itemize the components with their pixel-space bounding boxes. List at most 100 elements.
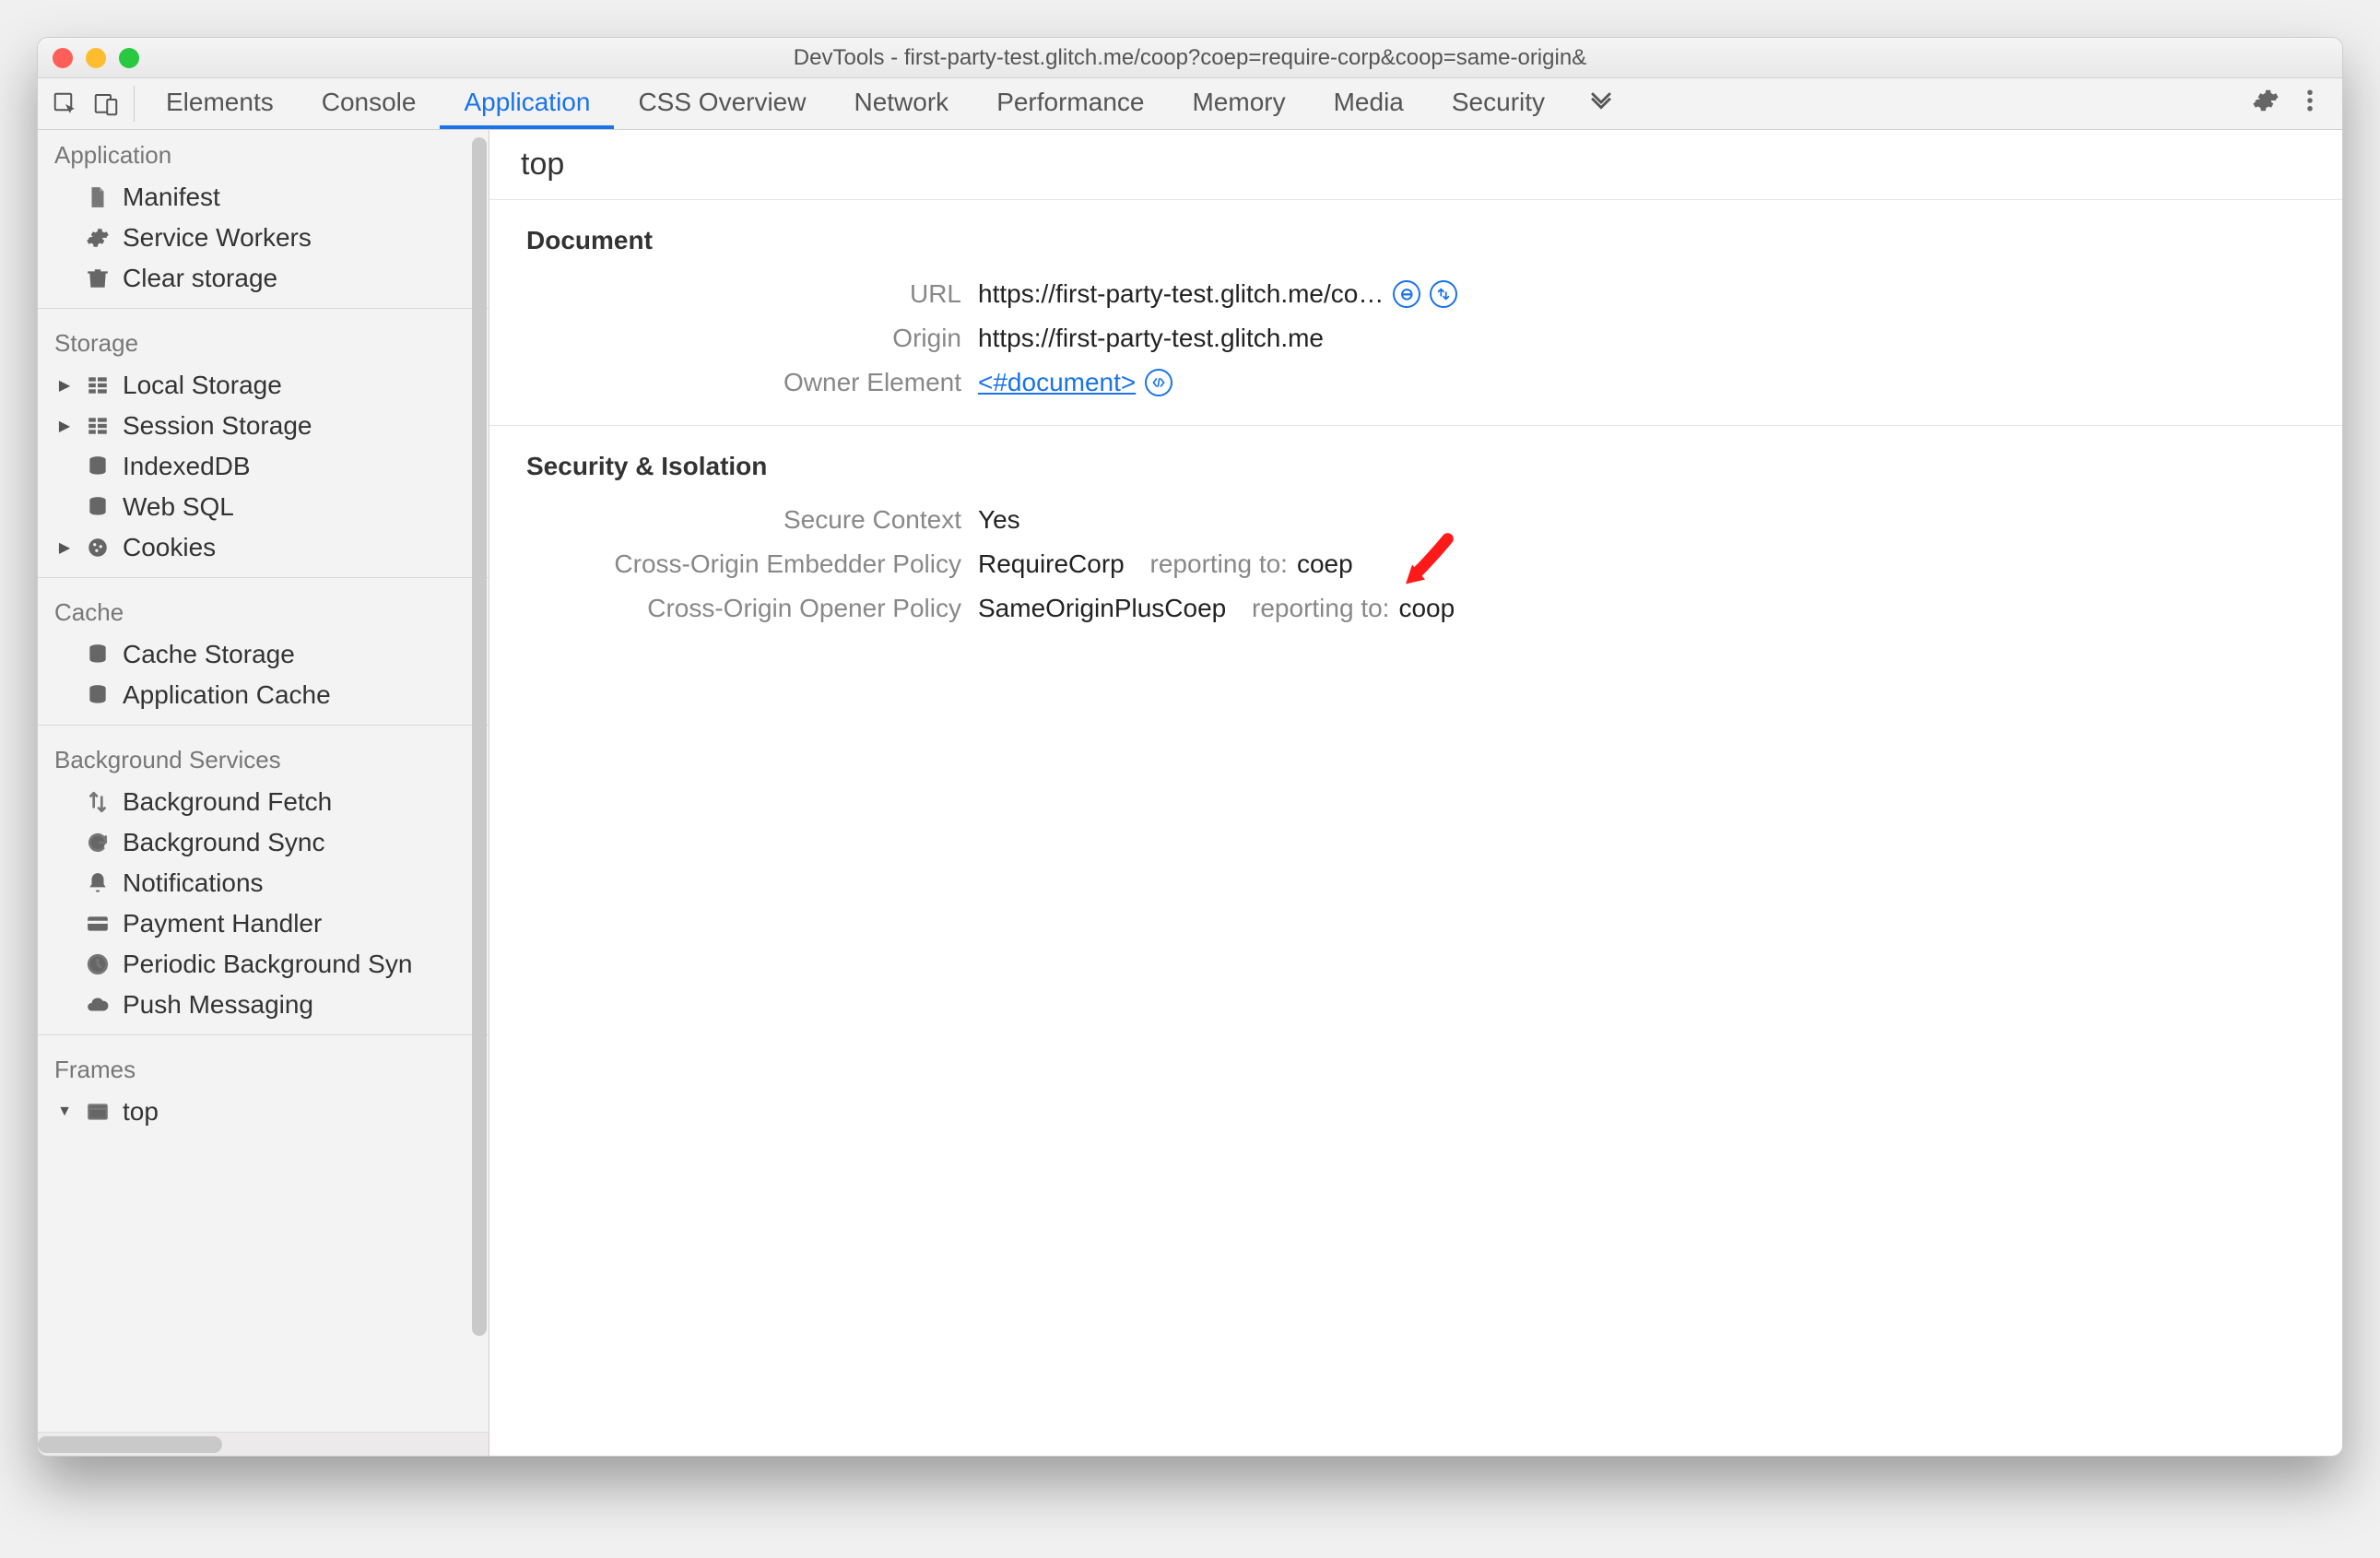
url-label: URL bbox=[526, 279, 978, 309]
cloud-icon bbox=[84, 991, 112, 1019]
settings-icon[interactable] bbox=[2252, 87, 2280, 121]
devtools-tabstrip: ElementsConsoleApplicationCSS OverviewNe… bbox=[38, 78, 2342, 130]
sidebar-item-application-cache[interactable]: Application Cache bbox=[38, 675, 489, 715]
sidebar-item-payment-handler[interactable]: Payment Handler bbox=[38, 903, 489, 944]
sidebar-item-session-storage[interactable]: ▶Session Storage bbox=[38, 406, 489, 446]
owner-element-label: Owner Element bbox=[526, 368, 978, 397]
secure-context-value: Yes bbox=[978, 505, 1020, 535]
db-icon bbox=[84, 453, 112, 480]
owner-element-link[interactable]: <#document> bbox=[978, 368, 1136, 397]
inspect-element-icon[interactable] bbox=[49, 88, 82, 121]
trash-icon bbox=[84, 265, 112, 292]
card-icon bbox=[84, 910, 112, 938]
sidebar-item-label: top bbox=[123, 1097, 159, 1127]
tab-performance[interactable]: Performance bbox=[972, 78, 1168, 129]
more-tabs-button[interactable] bbox=[1569, 78, 1633, 129]
tab-elements[interactable]: Elements bbox=[142, 78, 298, 129]
sidebar-item-label: Application Cache bbox=[123, 680, 331, 710]
sidebar-group-storage: Storage bbox=[38, 318, 489, 365]
tab-security[interactable]: Security bbox=[1428, 78, 1569, 129]
sidebar-group-background-services: Background Services bbox=[38, 735, 489, 782]
sidebar-item-clear-storage[interactable]: Clear storage bbox=[38, 258, 489, 299]
window-titlebar: DevTools - first-party-test.glitch.me/co… bbox=[38, 38, 2342, 78]
coep-value: RequireCorp bbox=[978, 549, 1125, 579]
sidebar-item-label: Clear storage bbox=[123, 264, 277, 293]
window-title: DevTools - first-party-test.glitch.me/co… bbox=[38, 45, 2342, 71]
reveal-in-network-icon[interactable] bbox=[1430, 280, 1457, 308]
db-icon bbox=[84, 493, 112, 521]
sidebar-item-cookies[interactable]: ▶ Cookies bbox=[38, 527, 489, 568]
chevron-right-icon: ▶ bbox=[56, 538, 73, 557]
grid-icon bbox=[84, 412, 112, 440]
sidebar-item-periodic-background-syn[interactable]: Periodic Background Syn bbox=[38, 944, 489, 985]
zoom-window-button[interactable] bbox=[119, 48, 139, 68]
frame-icon bbox=[84, 1098, 112, 1126]
grid-icon bbox=[84, 372, 112, 399]
frame-title: top bbox=[489, 130, 2342, 200]
sidebar-item-service-workers[interactable]: Service Workers bbox=[38, 218, 489, 258]
tab-memory[interactable]: Memory bbox=[1168, 78, 1309, 129]
sidebar-item-indexeddb[interactable]: IndexedDB bbox=[38, 446, 489, 487]
sidebar-scrollbar-thumb[interactable] bbox=[38, 1436, 222, 1453]
devtools-window: DevTools - first-party-test.glitch.me/co… bbox=[37, 37, 2343, 1457]
sidebar-item-label: Cookies bbox=[123, 533, 216, 562]
sidebar-item-cache-storage[interactable]: Cache Storage bbox=[38, 634, 489, 675]
minimize-window-button[interactable] bbox=[86, 48, 106, 68]
tab-application[interactable]: Application bbox=[440, 78, 614, 129]
divider bbox=[134, 86, 135, 122]
chevron-right-icon: ▶ bbox=[56, 417, 73, 435]
sidebar-item-label: Cache Storage bbox=[123, 640, 295, 669]
sync-icon bbox=[84, 829, 112, 856]
chevron-right-icon: ▶ bbox=[56, 376, 73, 395]
sidebar-item-label: Manifest bbox=[123, 183, 220, 212]
tab-console[interactable]: Console bbox=[298, 78, 441, 129]
application-sidebar: Application Manifest Service Workers Clear … bbox=[38, 130, 489, 1456]
document-section-heading: Document bbox=[526, 226, 2305, 255]
url-value: https://first-party-test.glitch.me/co… bbox=[978, 279, 1384, 309]
cookie-icon bbox=[84, 534, 112, 561]
coop-reporting-value: coop bbox=[1398, 594, 1455, 623]
coop-value: SameOriginPlusCoep bbox=[978, 594, 1226, 623]
copy-url-icon[interactable]: ⊖ bbox=[1393, 280, 1420, 308]
coop-reporting-label: reporting to: bbox=[1252, 594, 1389, 623]
db-icon bbox=[84, 641, 112, 668]
file-icon bbox=[84, 183, 112, 211]
sidebar-item-background-fetch[interactable]: Background Fetch bbox=[38, 782, 489, 822]
sidebar-item-manifest[interactable]: Manifest bbox=[38, 177, 489, 218]
tab-network[interactable]: Network bbox=[830, 78, 972, 129]
sidebar-item-label: IndexedDB bbox=[123, 452, 251, 481]
device-toolbar-icon[interactable] bbox=[89, 88, 123, 121]
chevron-down-icon: ▼ bbox=[56, 1104, 73, 1120]
secure-context-label: Secure Context bbox=[526, 505, 978, 535]
sidebar-group-frames: Frames bbox=[38, 1045, 489, 1092]
tab-css-overview[interactable]: CSS Overview bbox=[614, 78, 830, 129]
sidebar-item-top[interactable]: ▼ top bbox=[38, 1092, 489, 1132]
close-window-button[interactable] bbox=[53, 48, 73, 68]
sidebar-scrollbar-horizontal[interactable] bbox=[38, 1432, 489, 1456]
sidebar-item-label: Background Sync bbox=[123, 828, 324, 857]
sidebar-scrollbar-vertical[interactable] bbox=[472, 137, 487, 1336]
more-options-icon[interactable] bbox=[2296, 87, 2324, 121]
sidebar-item-label: Local Storage bbox=[123, 371, 282, 400]
sidebar-item-background-sync[interactable]: Background Sync bbox=[38, 822, 489, 863]
coep-reporting-label: reporting to: bbox=[1150, 549, 1288, 579]
sidebar-item-web-sql[interactable]: Web SQL bbox=[38, 487, 489, 527]
origin-label: Origin bbox=[526, 324, 978, 353]
sidebar-item-label: Service Workers bbox=[123, 223, 312, 253]
gear-icon bbox=[84, 224, 112, 252]
coep-reporting-value: coep bbox=[1297, 549, 1353, 579]
sidebar-item-label: Payment Handler bbox=[123, 909, 322, 938]
sidebar-item-push-messaging[interactable]: Push Messaging bbox=[38, 985, 489, 1025]
sidebar-item-notifications[interactable]: Notifications bbox=[38, 863, 489, 903]
sidebar-group-application: Application bbox=[38, 130, 489, 177]
bell-icon bbox=[84, 869, 112, 897]
sidebar-group-cache: Cache bbox=[38, 587, 489, 634]
sidebar-item-label: Periodic Background Syn bbox=[123, 950, 412, 979]
sidebar-item-local-storage[interactable]: ▶ Local Storage bbox=[38, 365, 489, 406]
updown-icon bbox=[84, 788, 112, 816]
sidebar-item-label: Web SQL bbox=[123, 492, 234, 522]
tab-media[interactable]: Media bbox=[1310, 78, 1428, 129]
coep-label: Cross-Origin Embedder Policy bbox=[526, 549, 978, 579]
traffic-lights bbox=[53, 48, 139, 68]
reveal-in-elements-icon[interactable] bbox=[1145, 369, 1172, 396]
